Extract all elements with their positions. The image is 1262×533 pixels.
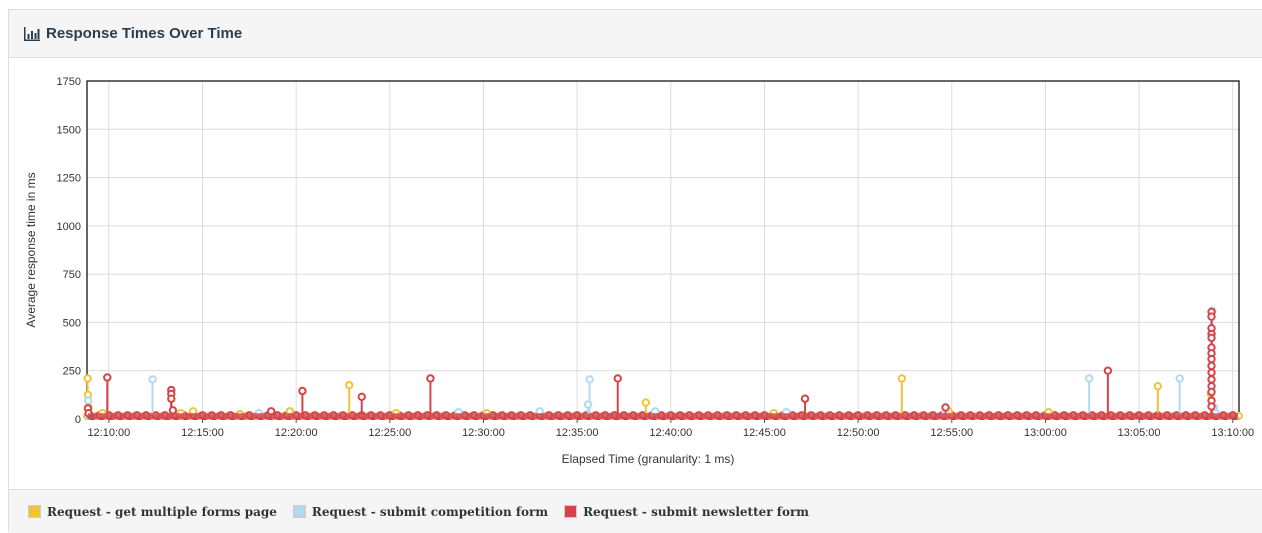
legend-swatch <box>564 505 578 518</box>
data-point <box>84 396 93 405</box>
y-tick-label: 1250 <box>57 173 81 185</box>
y-tick-label: 1750 <box>57 76 81 88</box>
data-point <box>1153 381 1163 391</box>
data-point <box>613 374 622 383</box>
data-point <box>583 400 593 409</box>
data-point <box>1103 366 1113 375</box>
baseline-band <box>88 413 1238 419</box>
data-point <box>357 392 366 401</box>
data-point <box>585 375 594 384</box>
data-point <box>148 375 157 384</box>
data-point <box>298 386 307 396</box>
x-tick-label: 12:15:00 <box>181 427 224 439</box>
legend-swatch <box>292 505 306 518</box>
data-point <box>1084 374 1094 383</box>
panel-heading: Response Times Over Time <box>9 10 1262 58</box>
legend-swatch <box>28 505 41 518</box>
panel-title[interactable]: Response Times Over Time <box>46 25 242 42</box>
y-axis-label: Average response time in ms <box>24 172 38 327</box>
data-point <box>426 374 435 383</box>
legend-item-submit-competition-form[interactable]: Request - submit competition form <box>292 504 549 519</box>
bar-chart-icon <box>24 26 40 41</box>
x-tick-label: 13:00:00 <box>1024 427 1067 439</box>
response-times-panel: Response Times Over Time 0 250 500 750 1000 1… <box>8 9 1262 533</box>
y-tick-label: 1000 <box>57 221 81 233</box>
plot-frame <box>86 80 1240 420</box>
data-point <box>641 398 651 407</box>
data-point <box>1207 402 1216 411</box>
y-tick-label: 1500 <box>57 124 81 136</box>
data-point <box>1207 354 1216 364</box>
y-tick-label: 250 <box>63 366 81 378</box>
legend-label: Request - get multiple forms page <box>47 504 277 519</box>
data-point <box>1207 368 1216 377</box>
data-point <box>1175 374 1184 383</box>
legend-item-get-multiple-forms-page[interactable]: Request - get multiple forms page <box>28 505 277 519</box>
data-point <box>1207 333 1216 343</box>
x-tick-label: 12:55:00 <box>930 427 973 439</box>
x-tick-label: 13:05:00 <box>1118 427 1161 439</box>
legend-label: Request - submit competition form <box>311 504 549 519</box>
data-point <box>800 394 810 403</box>
response-times-chart[interactable]: 0 250 500 750 1000 1250 1500 1750 12:10:00 12:15:… <box>9 58 1262 488</box>
legend-item-submit-newsletter-form[interactable]: Request - submit newsletter form <box>564 505 809 519</box>
data-point <box>1207 361 1216 371</box>
data-point <box>1207 312 1216 321</box>
data-point <box>897 374 907 383</box>
data-point <box>1207 375 1216 384</box>
data-point <box>941 403 950 412</box>
data-point <box>1207 387 1216 397</box>
x-tick-label: 13:10:00 <box>1211 427 1254 439</box>
x-tick-label: 12:10:00 <box>87 427 130 439</box>
x-tick-label: 12:20:00 <box>275 427 318 439</box>
x-axis-label: Elapsed Time (granularity: 1 ms) <box>562 452 735 466</box>
y-tick-label: 500 <box>63 317 81 329</box>
x-tick-label: 12:50:00 <box>837 427 880 439</box>
y-tick-label: 0 <box>75 414 81 426</box>
x-tick-label: 12:40:00 <box>649 427 692 439</box>
x-tick-label: 12:35:00 <box>556 427 599 439</box>
data-point <box>103 373 112 382</box>
x-tick-label: 12:25:00 <box>368 427 411 439</box>
chart-legend: Request - get multiple forms page Reques… <box>9 489 1262 533</box>
data-point <box>168 406 178 415</box>
data-point <box>167 394 176 403</box>
chart-area: 0 250 500 750 1000 1250 1500 1750 12:10:00 12:15:… <box>9 58 1262 488</box>
x-tick-label: 12:45:00 <box>743 427 786 439</box>
x-tick-label: 12:30:00 <box>462 427 505 439</box>
data-point <box>83 374 92 383</box>
data-point <box>345 381 354 390</box>
legend-label: Request - submit newsletter form <box>583 504 809 519</box>
y-tick-label: 750 <box>63 269 81 281</box>
